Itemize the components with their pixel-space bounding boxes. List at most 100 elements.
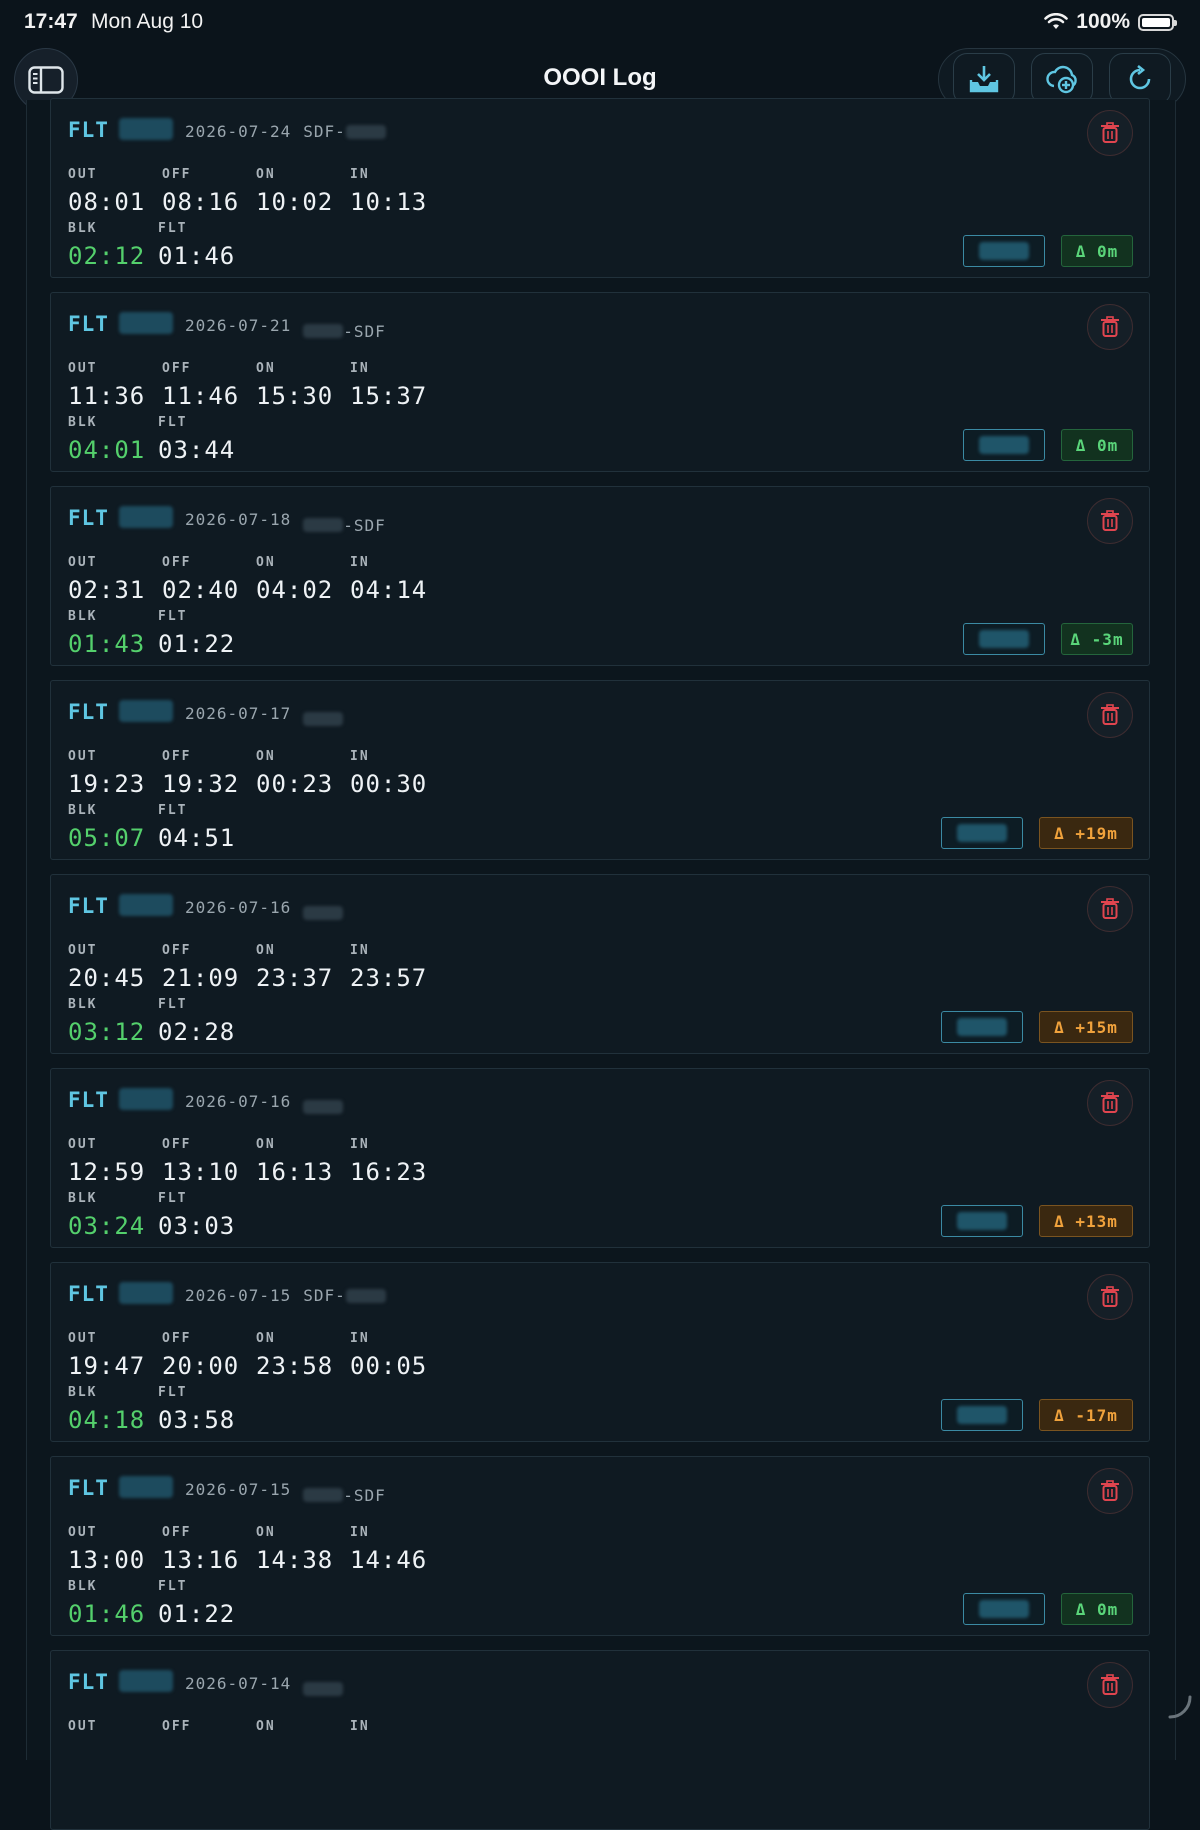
flight-time: FLT 03:44 bbox=[158, 415, 235, 464]
redacted-tail-number bbox=[979, 1600, 1029, 1618]
time-off-label: OFF bbox=[162, 361, 192, 376]
time-in: IN 23:57 bbox=[350, 943, 427, 992]
tail-number-badge[interactable] bbox=[963, 235, 1045, 267]
tail-number-badge[interactable] bbox=[941, 817, 1023, 849]
flight-time: FLT 02:28 bbox=[158, 997, 235, 1046]
flt-time-label: FLT bbox=[158, 997, 188, 1012]
tail-number-badge[interactable] bbox=[941, 1011, 1023, 1043]
delta-badge: Δ 0m bbox=[1061, 235, 1133, 267]
redacted-flight-number bbox=[118, 312, 173, 334]
time-out-value: 19:47 bbox=[68, 1352, 146, 1380]
time-off-label: OFF bbox=[162, 749, 192, 764]
flight-time: FLT 01:22 bbox=[158, 1579, 235, 1628]
entry-route: SDF- bbox=[303, 1286, 386, 1305]
delete-entry-button[interactable] bbox=[1087, 1080, 1133, 1126]
flight-time: FLT 01:46 bbox=[158, 221, 235, 270]
log-entry-card[interactable]: FLT 2026-07-15 SDF- OUT 19:47 OFF 20:00 bbox=[50, 1262, 1150, 1442]
tail-number-badge[interactable] bbox=[963, 1593, 1045, 1625]
blk-value: 02:12 bbox=[68, 242, 146, 270]
log-entry-card[interactable]: FLT 2026-07-16 OUT 12:59 OFF 13:10 ON 16… bbox=[50, 1068, 1150, 1248]
delta-badge: Δ 0m bbox=[1061, 429, 1133, 461]
tail-number-badge[interactable] bbox=[963, 429, 1045, 461]
flight-time: FLT 04:51 bbox=[158, 803, 235, 852]
redacted-flight-number bbox=[118, 700, 173, 722]
redacted-airport bbox=[303, 1100, 344, 1114]
log-entry-card[interactable]: FLT 2026-07-18 -SDF OUT 02:31 OFF 02:40 bbox=[50, 486, 1150, 666]
time-in-label: IN bbox=[350, 1525, 370, 1540]
time-on-label: ON bbox=[256, 167, 276, 182]
entry-date: 2026-07-24 bbox=[184, 122, 292, 141]
blk-value: 04:01 bbox=[68, 436, 146, 464]
delete-entry-button[interactable] bbox=[1087, 304, 1133, 350]
log-entry-card[interactable]: FLT 2026-07-21 -SDF OUT 11:36 OFF 11:46 bbox=[50, 292, 1150, 472]
time-out: OUT 12:59 bbox=[68, 1137, 145, 1186]
blk-value: 05:07 bbox=[68, 824, 146, 852]
delete-entry-button[interactable] bbox=[1087, 1662, 1133, 1708]
redacted-airport bbox=[303, 324, 344, 338]
log-entry-card[interactable]: FLT 2026-07-16 OUT 20:45 OFF 21:09 ON 23… bbox=[50, 874, 1150, 1054]
time-out-label: OUT bbox=[68, 1525, 98, 1540]
delete-entry-button[interactable] bbox=[1087, 886, 1133, 932]
card-header: FLT 2026-07-16 bbox=[68, 891, 344, 920]
time-in-label: IN bbox=[350, 361, 370, 376]
card-header: FLT 2026-07-18 -SDF bbox=[68, 503, 386, 535]
log-entry-card[interactable]: FLT 2026-07-24 SDF- OUT 08:01 OFF 08:16 bbox=[50, 98, 1150, 278]
tail-number-badge[interactable] bbox=[963, 623, 1045, 655]
time-in: IN 00:05 bbox=[350, 1331, 427, 1380]
time-in-label: IN bbox=[350, 943, 370, 958]
time-in: IN 10:13 bbox=[350, 167, 427, 216]
time-off: OFF 13:10 bbox=[162, 1137, 239, 1186]
delete-entry-button[interactable] bbox=[1087, 110, 1133, 156]
entry-route: -SDF bbox=[303, 322, 386, 341]
log-entry-card[interactable]: FLT 2026-07-14 OUT OFF ON IN bbox=[50, 1650, 1150, 1830]
flt-time-label: FLT bbox=[158, 609, 188, 624]
entry-date: 2026-07-14 bbox=[184, 1674, 292, 1693]
blk-label: BLK bbox=[68, 415, 98, 430]
flt-time-value: 03:03 bbox=[158, 1212, 236, 1240]
time-in-value: 15:37 bbox=[350, 382, 428, 410]
flt-time-label: FLT bbox=[158, 1191, 188, 1206]
entry-route: -SDF bbox=[303, 1486, 386, 1505]
delete-entry-button[interactable] bbox=[1087, 1274, 1133, 1320]
time-off: OFF 20:00 bbox=[162, 1331, 239, 1380]
tail-number-badge[interactable] bbox=[941, 1205, 1023, 1237]
route-suffix: -SDF bbox=[343, 515, 386, 535]
log-entry-card[interactable]: FLT 2026-07-17 OUT 19:23 OFF 19:32 ON 00… bbox=[50, 680, 1150, 860]
time-out-value: 12:59 bbox=[68, 1158, 146, 1186]
log-entry-card[interactable]: FLT 2026-07-15 -SDF OUT 13:00 OFF 13:16 bbox=[50, 1456, 1150, 1636]
time-on: ON 00:23 bbox=[256, 749, 333, 798]
route-suffix: -SDF bbox=[343, 321, 386, 341]
delete-entry-button[interactable] bbox=[1087, 498, 1133, 544]
flight-time: FLT 03:03 bbox=[158, 1191, 235, 1240]
flt-time-value: 01:46 bbox=[158, 242, 236, 270]
delta-badge: Δ +13m bbox=[1039, 1205, 1133, 1237]
entry-route bbox=[303, 1682, 344, 1696]
redacted-flight-number bbox=[118, 1670, 173, 1692]
time-in-value: 10:13 bbox=[350, 188, 428, 216]
card-header: FLT 2026-07-14 bbox=[68, 1667, 344, 1696]
time-out-label: OUT bbox=[68, 1137, 98, 1152]
time-out-label: OUT bbox=[68, 167, 98, 182]
tail-number-badge[interactable] bbox=[941, 1399, 1023, 1431]
time-in-value: 23:57 bbox=[350, 964, 428, 992]
time-in-label: IN bbox=[350, 749, 370, 764]
scroll-indicator-icon bbox=[1168, 1695, 1192, 1719]
time-on: ON 15:30 bbox=[256, 361, 333, 410]
delete-entry-button[interactable] bbox=[1087, 1468, 1133, 1514]
blk-label: BLK bbox=[68, 221, 98, 236]
time-out-value: 19:23 bbox=[68, 770, 146, 798]
redacted-flight-number bbox=[118, 1282, 173, 1304]
delete-entry-button[interactable] bbox=[1087, 692, 1133, 738]
trash-icon bbox=[1101, 122, 1119, 143]
flt-label: FLT bbox=[68, 118, 109, 142]
redacted-tail-number bbox=[957, 824, 1007, 842]
route-prefix: SDF- bbox=[303, 122, 346, 141]
time-on-value: 23:37 bbox=[256, 964, 334, 992]
flt-time-value: 01:22 bbox=[158, 630, 236, 658]
time-in-label: IN bbox=[350, 555, 370, 570]
time-out-label: OUT bbox=[68, 555, 98, 570]
time-in-value: 14:46 bbox=[350, 1546, 428, 1574]
time-out-value: 13:00 bbox=[68, 1546, 146, 1574]
time-out: OUT 02:31 bbox=[68, 555, 145, 604]
redacted-airport bbox=[303, 906, 344, 920]
